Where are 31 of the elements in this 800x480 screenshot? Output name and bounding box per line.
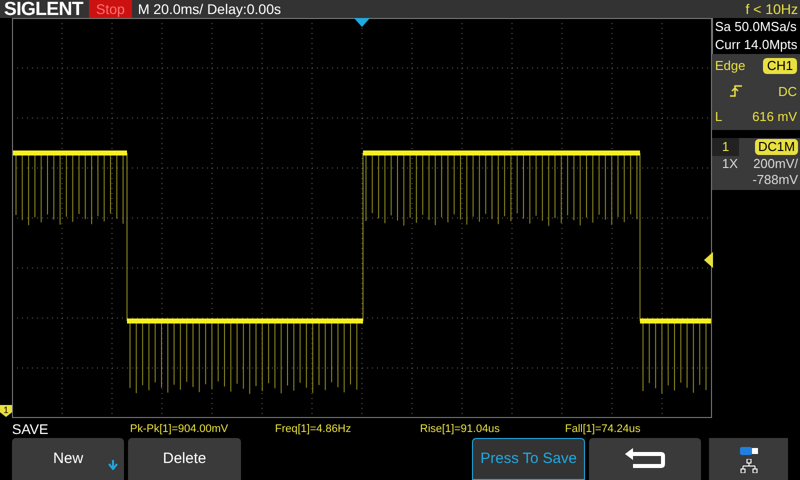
- measurement-readout: Pk-Pk[1]=904.00mV: [130, 422, 230, 437]
- vertical-offset: -788mV: [751, 172, 799, 188]
- measurement-readout: Rise[1]=91.04us: [420, 422, 501, 437]
- measurement-readout: Fall[1]=74.24us: [565, 422, 642, 437]
- brand-logo: SIGLENT: [3, 0, 84, 18]
- channel-number[interactable]: 1: [712, 138, 740, 156]
- trigger-coupling: DC: [778, 82, 797, 100]
- measurement-readout: Freq[1]=4.86Hz: [275, 422, 352, 437]
- trigger-source-badge: CH1: [762, 58, 797, 74]
- menu-title: SAVE: [11, 420, 50, 438]
- timebase-readout: M 20.0ms/ Delay:0.00s: [138, 2, 281, 16]
- delete-button[interactable]: Delete: [128, 438, 241, 480]
- vertical-scale: 200mV/: [753, 156, 798, 172]
- trigger-type: Edge: [715, 57, 746, 75]
- down-arrow-icon: [108, 460, 118, 470]
- memory-depth: Curr 14.0Mpts: [715, 36, 798, 54]
- sample-rate: Sa 50.0MSa/s: [715, 18, 798, 36]
- probe-ratio: 1X: [722, 156, 738, 172]
- channel-coupling-badge: DC1M: [755, 139, 798, 155]
- trigger-level: 616 mV: [752, 108, 797, 126]
- run-status: Stop: [89, 0, 132, 18]
- channel-marker: 1: [0, 405, 12, 417]
- network-icon: [740, 458, 758, 472]
- usb-storage-icon: [740, 446, 758, 456]
- frequency-readout: f < 10Hz: [745, 2, 799, 16]
- return-arrow-icon: [622, 448, 667, 470]
- new-button[interactable]: New: [12, 438, 124, 480]
- back-button[interactable]: [588, 438, 702, 480]
- rising-edge-icon: [729, 84, 743, 98]
- save-button[interactable]: Press To Save: [472, 438, 585, 480]
- trigger-level-label: L: [715, 108, 722, 126]
